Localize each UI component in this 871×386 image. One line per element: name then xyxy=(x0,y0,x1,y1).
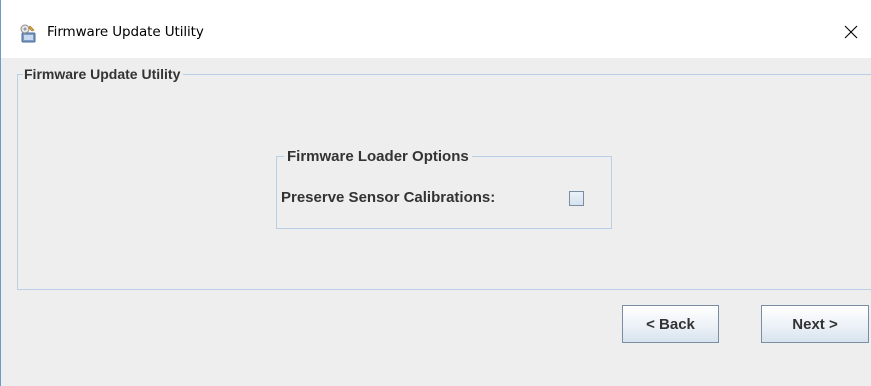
close-icon xyxy=(844,25,858,39)
next-button[interactable]: Next > xyxy=(761,305,869,343)
title-bar: Firmware Update Utility xyxy=(1,0,871,58)
app-icon xyxy=(18,24,38,44)
loader-options-title: Firmware Loader Options xyxy=(284,148,472,165)
preserve-calibrations-checkbox[interactable] xyxy=(569,191,584,206)
back-button[interactable]: < Back xyxy=(622,305,719,343)
panel-title: Firmware Update Utility xyxy=(23,66,184,82)
close-button[interactable] xyxy=(831,14,871,50)
window-title: Firmware Update Utility xyxy=(47,24,204,40)
preserve-calibrations-label: Preserve Sensor Calibrations: xyxy=(281,189,496,206)
app-window: Firmware Update Utility Firmware Update … xyxy=(0,0,871,386)
